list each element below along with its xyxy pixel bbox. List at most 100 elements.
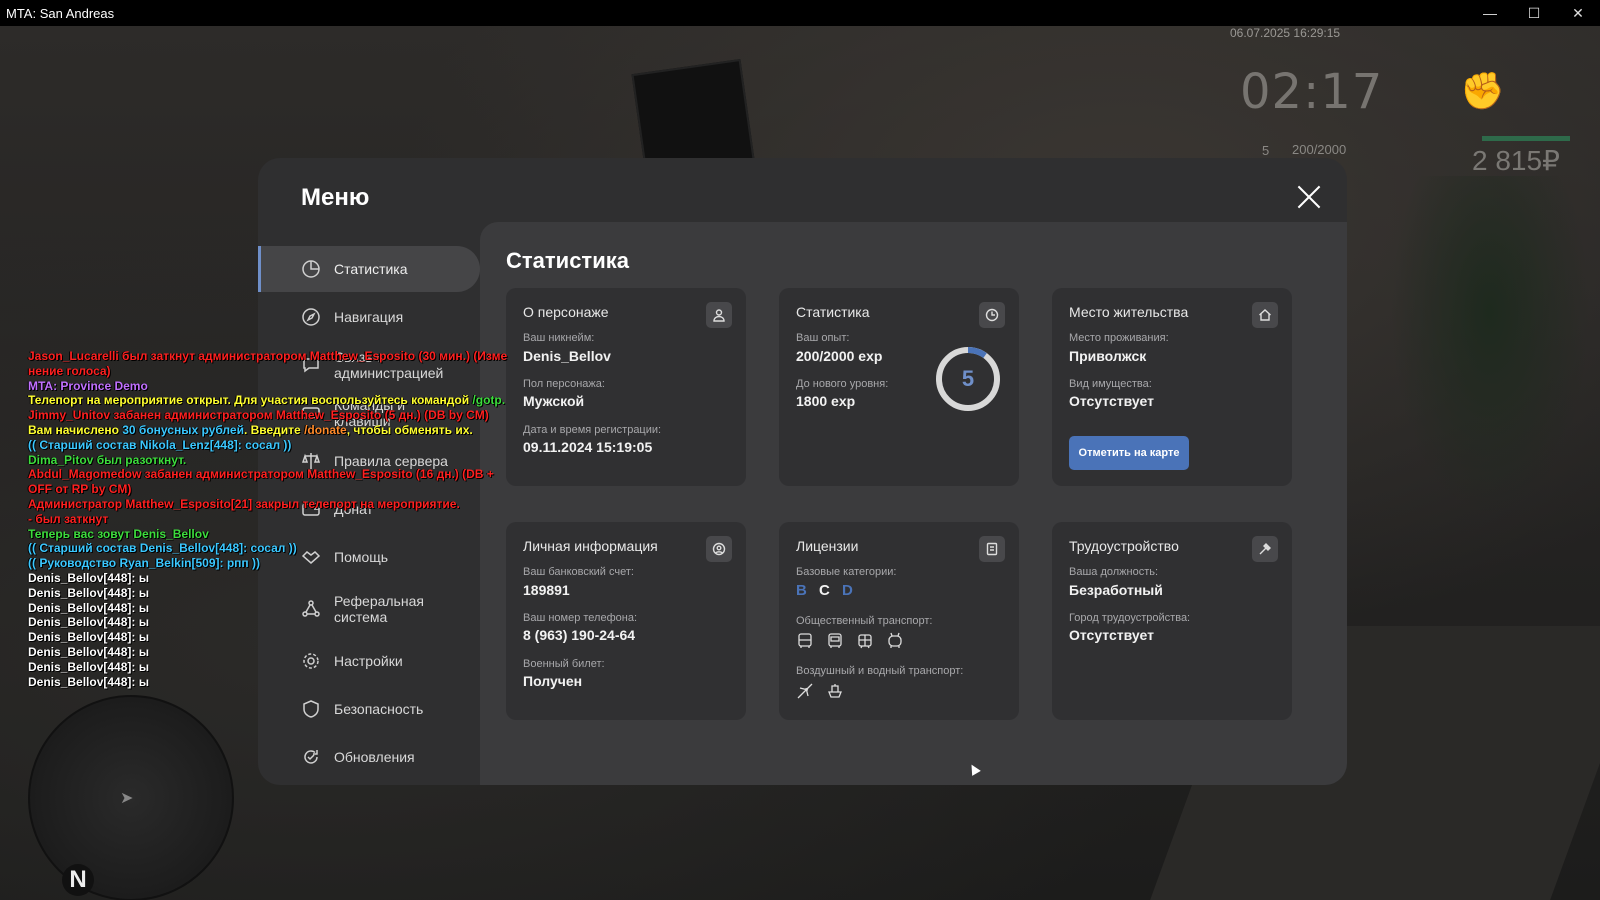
- category-c: C: [819, 582, 830, 599]
- sidebar-item-navigation[interactable]: Навигация: [258, 294, 480, 340]
- mark-on-map-button[interactable]: Отметить на карте: [1069, 436, 1189, 470]
- registration-label: Дата и время регистрации:: [523, 424, 662, 436]
- user-icon: [706, 302, 732, 328]
- chat-text: Jimmy_Unitov забанен администратором Mat…: [28, 408, 489, 423]
- hud-health-bar: [1482, 136, 1570, 141]
- card-heading: Место жительства: [1069, 304, 1189, 320]
- exp-label: Ваш опыт:: [796, 332, 850, 344]
- menu-title: Меню: [301, 184, 370, 211]
- profile-icon: [706, 536, 732, 562]
- chat-text: (( Руководство Ryan_Belkin[509]: рпп )): [28, 556, 260, 571]
- card-licenses: Лицензии Базовые категории: B C D Общест…: [779, 522, 1019, 720]
- gender-label: Пол персонажа:: [523, 378, 605, 390]
- license-categories: B C D: [796, 582, 861, 599]
- chat-line: Jimmy_Unitov забанен администратором Mat…: [28, 408, 498, 423]
- chat-text: Denis_Bellov[448]: ы: [28, 570, 149, 585]
- plane-icon: [797, 683, 813, 699]
- chat-line: Denis_Bellov[448]: ы: [28, 571, 498, 586]
- chat-text: нение голоса): [28, 363, 111, 378]
- phone-value: 8 (963) 190-24-64: [523, 627, 636, 643]
- sidebar-item-updates[interactable]: Обновления: [258, 734, 480, 780]
- card-heading: Лицензии: [796, 538, 859, 554]
- chat-line: Теперь вас зовут Denis_Bellov: [28, 527, 498, 542]
- sidebar-item-label: Безопасность: [334, 701, 424, 717]
- chat-text: Denis_Bellov[448]: ы: [28, 674, 149, 689]
- residence-value: Приволжск: [1069, 348, 1147, 364]
- bank-label: Ваш банковский счет:: [523, 566, 634, 578]
- chat-line: Abdul_Magomedow забанен администратором …: [28, 467, 498, 482]
- stats-icon: [300, 258, 322, 280]
- clock-icon: [979, 302, 1005, 328]
- chat-text: Denis_Bellov[448]: ы: [28, 659, 149, 674]
- content-panel: Статистика О персонаже Ваш никнейм: Deni…: [480, 222, 1347, 785]
- chat-line: Denis_Bellov[448]: ы: [28, 660, 498, 675]
- chat-line: Администратор Matthew_Esposito[21] закры…: [28, 497, 498, 512]
- level-number: 5: [961, 366, 975, 391]
- military-value: Получен: [523, 673, 583, 689]
- hud-datetime: 06.07.2025 16:29:15: [1230, 26, 1341, 40]
- chat-line: MTA: Province Demo: [28, 379, 498, 394]
- north-indicator: N: [62, 864, 94, 896]
- air-water-icons: [796, 682, 844, 700]
- air-water-label: Воздушный и водный транспорт:: [796, 665, 964, 677]
- chat-line: Denis_Bellov[448]: ы: [28, 586, 498, 601]
- chat-line: Телепорт на мероприятие открыт. Для учас…: [28, 393, 505, 408]
- sidebar-item-statistics[interactable]: Статистика: [258, 246, 480, 292]
- position-label: Ваша должность:: [1069, 566, 1159, 578]
- nickname-label: Ваш никнейм:: [523, 332, 595, 344]
- base-categories-label: Базовые категории:: [796, 566, 897, 578]
- hammer-icon: [1252, 536, 1278, 562]
- hud-level: 5: [1262, 143, 1270, 158]
- gender-value: Мужской: [523, 393, 585, 409]
- exp-value: 200/2000 exp: [796, 348, 883, 364]
- position-value: Безработный: [1069, 582, 1163, 598]
- chat-line: Denis_Bellov[448]: ы: [28, 675, 498, 690]
- chat-text: Denis_Bellov[448]: ы: [28, 644, 149, 659]
- chat-text: (( Старший состав Nikola_Lenz[448]: соса…: [28, 437, 292, 452]
- chat-text: Dima_Pitov был разоткнут.: [28, 452, 187, 467]
- tram-icon: [858, 634, 872, 649]
- property-label: Вид имущества:: [1069, 378, 1152, 390]
- chat-text: Denis_Bellov[448]: ы: [28, 600, 149, 615]
- category-b: B: [796, 582, 807, 599]
- chat-text: Abdul_Magomedow забанен администратором …: [28, 467, 494, 482]
- maximize-button[interactable]: ☐: [1512, 0, 1556, 26]
- bus-icon: [798, 633, 812, 648]
- card-heading: Трудоустройство: [1069, 538, 1179, 554]
- card-stats: Статистика Ваш опыт: 200/2000 exp До нов…: [779, 288, 1019, 486]
- document-icon: [979, 536, 1005, 562]
- chat-line: Вам начислено 30 бонусных рублей. Введит…: [28, 423, 498, 438]
- shield-icon: [300, 698, 322, 720]
- chat-text: Denis_Bellov[448]: ы: [28, 585, 149, 600]
- chat-text: OFF от RP by CM): [28, 482, 132, 497]
- chat-text: (( Старший состав Denis_Bellov[448]: сос…: [28, 541, 297, 556]
- card-heading: О персонаже: [523, 304, 609, 320]
- registration-value: 09.11.2024 15:19:05: [523, 439, 653, 455]
- card-character: О персонаже Ваш никнейм: Denis_Bellov По…: [506, 288, 746, 486]
- card-residence: Место жительства Место проживания: Приво…: [1052, 288, 1292, 486]
- chat-line: OFF от RP by CM): [28, 482, 498, 497]
- close-menu-button[interactable]: [1294, 182, 1324, 212]
- chat-text: Jason_Lucarelli был заткнут администрато…: [28, 349, 508, 363]
- employment-city-value: Отсутствует: [1069, 627, 1154, 643]
- category-d: D: [842, 582, 853, 599]
- next-level-value: 1800 exp: [796, 393, 856, 409]
- sidebar-item-label: Навигация: [334, 309, 404, 325]
- card-heading: Статистика: [796, 304, 870, 320]
- chat-text: Телепорт на мероприятие открыт. Для учас…: [28, 393, 473, 408]
- public-transport-label: Общественный транспорт:: [796, 615, 933, 627]
- chat-line: (( Старший состав Denis_Bellov[448]: сос…: [28, 541, 498, 556]
- window-close-button[interactable]: ✕: [1556, 0, 1600, 26]
- content-title: Статистика: [506, 248, 629, 273]
- minimize-button[interactable]: —: [1468, 0, 1512, 26]
- house-icon: [1252, 302, 1278, 328]
- hud-money: 2 815₽: [1472, 145, 1560, 176]
- nickname-value: Denis_Bellov: [523, 348, 611, 364]
- phone-label: Ваш номер телефона:: [523, 612, 638, 624]
- player-arrow-icon: ➤: [120, 790, 134, 807]
- chat-line: Denis_Bellov[448]: ы: [28, 601, 498, 616]
- chat-line: нение голоса): [28, 364, 498, 379]
- chat-text: Denis_Bellov[448]: ы: [28, 630, 149, 645]
- sidebar-item-security[interactable]: Безопасность: [258, 686, 480, 732]
- chat-text: , чтобы обменять их.: [346, 422, 473, 437]
